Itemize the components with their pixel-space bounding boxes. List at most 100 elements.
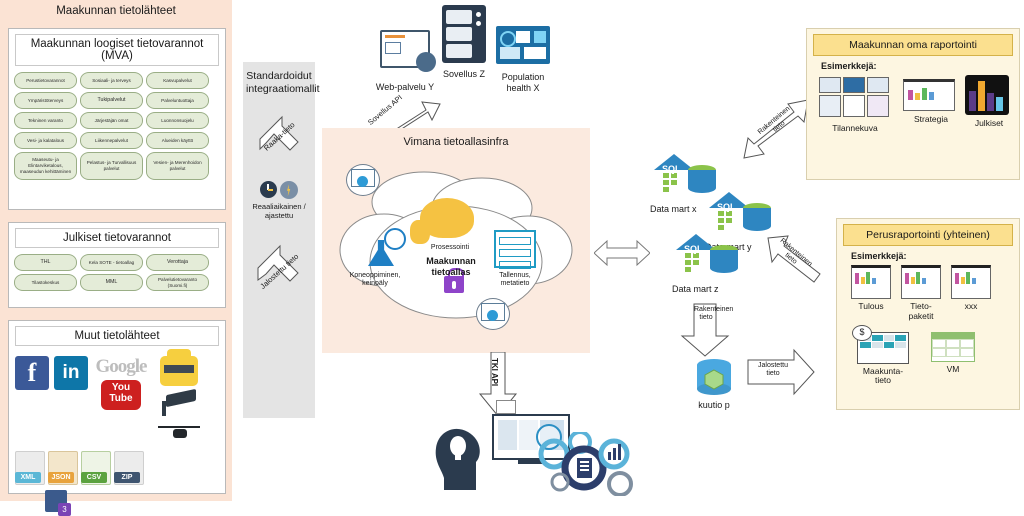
- csv-file-label: CSV: [81, 472, 107, 483]
- strategia-label: Strategia: [913, 114, 949, 124]
- youtube-line-2: Tube: [109, 392, 133, 404]
- zip-file-icon: ZIP: [114, 451, 144, 485]
- storage-icon: [494, 230, 536, 269]
- xml-file-label: XML: [15, 472, 41, 483]
- structured-down-label: Rakenteinen tieto: [694, 306, 734, 322]
- mva-pill-0: Perustietovarannot: [14, 72, 77, 89]
- storage-label: Tallennus, metatieto: [499, 272, 531, 288]
- json-file-label: JSON: [48, 472, 74, 483]
- facebook-logo: f: [15, 356, 49, 390]
- dollar-icon: $: [852, 324, 872, 341]
- web-service-label: Web-palvelu Y: [375, 82, 435, 92]
- mva-pill-8: Luonnonsuojelu: [146, 112, 209, 129]
- mva-pill-1: Sosiaali- ja terveys: [80, 72, 143, 89]
- dashboard-icon: [496, 26, 550, 64]
- mva-pill-14: Vesien- ja Merenhoidon palvelut: [146, 152, 209, 180]
- tki-api-label: TKI API: [490, 358, 499, 387]
- youtube-line-1: You: [111, 382, 131, 393]
- bidirectional-flow-arrow: [593, 238, 651, 273]
- public-pill-3: Tilastokeskus: [14, 274, 77, 291]
- mva-box: Maakunnan loogiset tietovarannot (MVA) P…: [8, 28, 226, 210]
- mva-pill-6: Tekninen varanto: [14, 112, 77, 129]
- xxx-label: xxx: [964, 301, 978, 311]
- integration-models-column: Standardoidut integraatiomallit Raaka-ti…: [243, 62, 320, 418]
- application-icon: [442, 5, 486, 63]
- vm-item: VM: [931, 331, 975, 387]
- clock-icon: [260, 181, 277, 199]
- public-pill-grid: THL Kela SOTE - tietoallag Verottaja Tilast…: [9, 252, 225, 296]
- linkedin-logo: in: [54, 356, 88, 390]
- cube-label: kuutio p: [698, 400, 730, 410]
- web-service-icon: [380, 30, 436, 72]
- maakuntatieto-label: Maakunta-tieto: [862, 365, 904, 386]
- data-lake-label: Maakunnan tietoallas: [426, 256, 476, 277]
- refined-right-label: Jalostettu tieto: [758, 362, 788, 378]
- data-sources-panel: Maakunnan tietolähteet Maakunnan loogise…: [0, 0, 232, 516]
- population-health-label: Population health X: [501, 72, 545, 93]
- structured-data-arrow-top: Rakenteinen tieto: [742, 96, 816, 166]
- raw-data-arrow: Raaka-tieto: [252, 109, 306, 163]
- public-sources-title: Julkiset tietovarannot: [15, 228, 219, 248]
- data-mart-z-label: Data mart z: [672, 284, 719, 294]
- ms-teams-icon: [45, 490, 71, 516]
- mva-pill-4: Tukipalvelut: [80, 92, 143, 109]
- other-sources-box: Muut tietolähteet f in Google You Tube X…: [8, 320, 226, 516]
- mva-pill-3: Ympäristöterveys: [14, 92, 77, 109]
- ingest-icon-top: [346, 164, 380, 196]
- own-reporting-title: Maakunnan oma raportointi: [813, 34, 1013, 56]
- public-sources-box: Julkiset tietovarannot THL Kela SOTE - ti…: [8, 222, 226, 308]
- other-sources-title: Muut tietolähteet: [15, 326, 219, 346]
- analyst-head-icon: [432, 418, 488, 495]
- csv-file-icon: CSV: [81, 451, 111, 485]
- mva-pill-10: Liikennepalvelut: [80, 132, 143, 149]
- data-lake-cloud: Prosessointi Maakunnan tietoallas Koneop…: [332, 158, 580, 348]
- public-pill-0: THL: [14, 254, 77, 271]
- refined-data-arrow-right: Jalostettu tieto: [746, 348, 816, 398]
- mva-pill-2: Kasvupalvelut: [146, 72, 209, 89]
- own-reporting-examples-label: Esimerkkejä:: [821, 61, 877, 71]
- taxi-icon: [160, 349, 198, 386]
- youtube-logo: You Tube: [101, 380, 141, 410]
- mva-pill-13: Pelastus- ja Turvallisuus palvelut: [80, 152, 143, 180]
- basic-reporting-title: Perusraportointi (yhteinen): [843, 224, 1013, 246]
- data-lake-infra-panel: Vimana tietoallasinfra Prosessointi Maak…: [322, 128, 590, 353]
- public-pill-5: Palvelutietovaranto (Suomi.fi): [146, 274, 209, 291]
- web-service-source: Web-palvelu Y: [374, 30, 436, 93]
- gear-cluster-icon: [536, 430, 636, 497]
- gear-icon: [280, 181, 298, 200]
- public-pill-2: Verottaja: [146, 254, 209, 271]
- schedule-icons: [243, 181, 315, 200]
- structured-data-arrow-mid: Rakenteinen tieto: [764, 234, 826, 304]
- mva-pill-5: Palveluntuottaja: [146, 92, 209, 109]
- machine-learning-label: Koneoppiminen, keinoäly: [349, 272, 401, 288]
- strategia-item: Strategia: [903, 79, 959, 125]
- basic-reporting-examples-label: Esimerkkejä:: [851, 251, 907, 261]
- basic-reporting-panel: Perusraportointi (yhteinen) Esimerkkejä:…: [836, 218, 1020, 410]
- refined-data-arrow: Jalostettu tieto: [252, 244, 306, 298]
- mva-pill-12: Maaseutu- ja Elintarviketalous, maaseudu…: [14, 152, 77, 180]
- application-label: Sovellus Z: [442, 69, 486, 79]
- tietopaketit-label: Tieto-paketit: [908, 301, 934, 321]
- data-sources-title: Maakunnan tietolähteet: [56, 5, 176, 17]
- cctv-camera-icon: [160, 392, 198, 416]
- vm-label: VM: [946, 363, 960, 374]
- processing-label: Prosessointi: [430, 244, 470, 251]
- julkiset-item: Julkiset: [965, 75, 1013, 129]
- mva-pill-11: Alueiden käyttö: [146, 132, 209, 149]
- mva-pill-9: Vesi- ja kalatalous: [14, 132, 77, 149]
- maakuntatieto-item: $ Maakunta-tieto: [852, 324, 909, 387]
- public-pill-4: MML: [80, 274, 143, 291]
- structured-data-arrow-down: Rakenteinen tieto: [676, 302, 734, 358]
- google-logo: Google: [95, 356, 148, 377]
- ingest-icon-bottom: [476, 298, 510, 330]
- xml-file-icon: XML: [15, 451, 45, 485]
- julkiset-label: Julkiset: [974, 118, 1004, 128]
- application-source: Sovellus Z: [438, 5, 490, 80]
- xxx-item: xxx: [951, 265, 991, 322]
- population-health-source: Population health X: [492, 26, 554, 94]
- tulous-item: Tulous: [851, 265, 891, 322]
- tietopaketit-item: Tieto-paketit: [901, 265, 941, 322]
- infra-title: Vimana tietoallasinfra: [403, 136, 509, 148]
- mva-pill-7: Järjestäjän omat: [80, 112, 143, 129]
- schedule-label: Reaaliaikainen / ajastettu: [252, 202, 306, 221]
